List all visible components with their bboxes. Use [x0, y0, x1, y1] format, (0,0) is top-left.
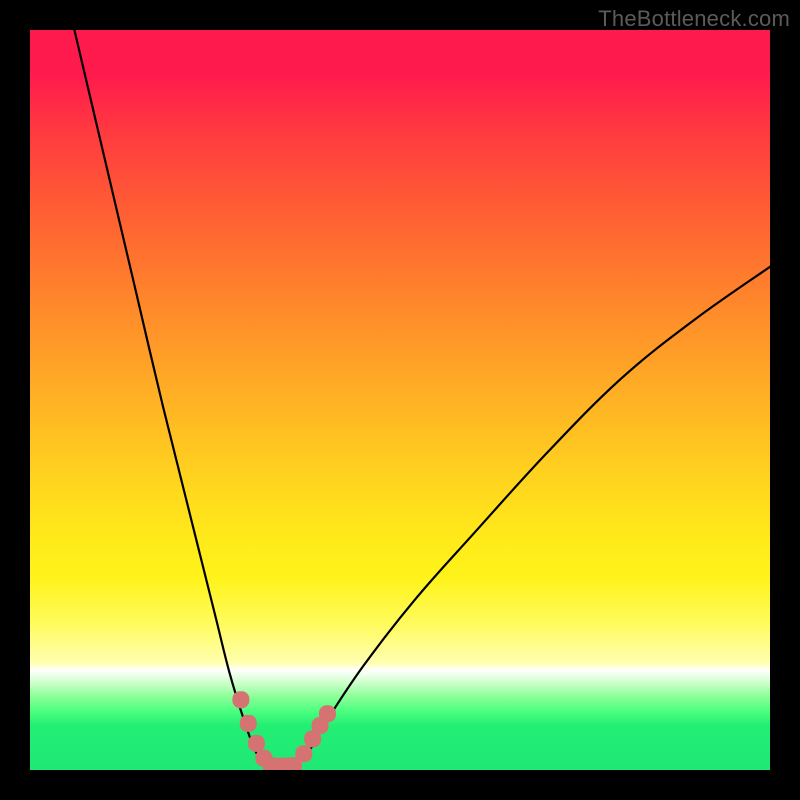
watermark-text: TheBottleneck.com — [598, 6, 790, 32]
marker-point — [248, 735, 265, 752]
chart-svg — [30, 30, 770, 770]
bottleneck-curve — [74, 30, 770, 768]
chart-frame: TheBottleneck.com — [0, 0, 800, 800]
plot-area — [30, 30, 770, 770]
marker-point — [319, 705, 336, 722]
marker-point — [295, 745, 312, 762]
marker-point — [240, 715, 257, 732]
highlight-markers — [232, 691, 336, 770]
marker-point — [232, 691, 249, 708]
